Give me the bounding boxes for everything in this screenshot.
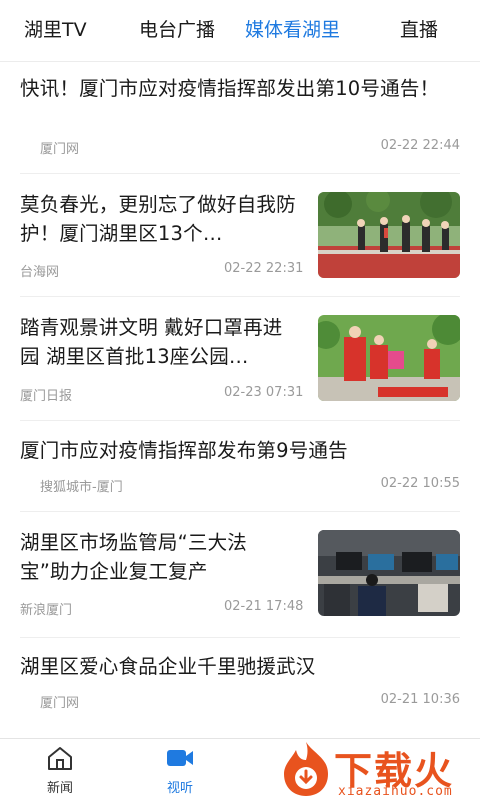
news-item[interactable]: 湖里区爱心食品企业千里驰援武汉 厦门网 02-21 10:36: [20, 638, 460, 732]
news-item[interactable]: 莫负春光，更别忘了做好自我防护！厦门湖里区13个… 台海网 02-22 22:3…: [20, 174, 460, 297]
nav-media-label: 视听: [166, 781, 193, 796]
news-feed: 快讯！厦门市应对疫情指挥部发出第10号通告！ 厦门网 02-22 22:44 莫…: [0, 62, 480, 732]
news-title: 快讯！厦门市应对疫情指挥部发出第10号通告！: [20, 77, 440, 100]
news-time: 02-22 22:44: [380, 138, 460, 153]
nav-media[interactable]: 视听: [140, 745, 220, 796]
news-item[interactable]: 厦门市应对疫情指挥部发布第9号通告 搜狐城市-厦门 02-22 10:55: [20, 421, 460, 512]
office-workers-image: [318, 530, 460, 616]
top-tab-bar: 湖里TV 电台广播 媒体看湖里 直播: [0, 0, 480, 62]
news-title: 莫负春光，更别忘了做好自我防护！厦门湖里区13个…: [20, 193, 296, 245]
news-item[interactable]: 踏青观景讲文明 戴好口罩再进园 湖里区首批13座公园… 厦门日报 02-23 0…: [20, 297, 460, 421]
news-title: 湖里区爱心食品企业千里驰援武汉: [20, 655, 316, 678]
watermark-url: xiazaihuo.com: [338, 784, 453, 799]
news-source: 厦门网: [40, 142, 80, 157]
tab-live[interactable]: 直播: [400, 16, 438, 44]
volunteers-park-image: [318, 315, 460, 401]
news-source: 台海网: [20, 265, 60, 280]
nav-news-label: 新闻: [46, 781, 73, 796]
nav-news[interactable]: 新闻: [20, 745, 100, 796]
news-time: 02-21 10:36: [380, 692, 460, 707]
news-source: 新浪厦门: [20, 603, 73, 618]
news-item[interactable]: 快讯！厦门市应对疫情指挥部发出第10号通告！ 厦门网 02-22 22:44: [20, 62, 460, 174]
news-item[interactable]: 湖里区市场监管局“三大法宝”助力企业复工复产 新浪厦门 02-21 17:48: [20, 512, 460, 638]
news-title: 厦门市应对疫情指挥部发布第9号通告: [20, 439, 348, 462]
news-source: 搜狐城市-厦门: [40, 480, 123, 495]
video-camera-icon: [167, 750, 193, 766]
news-time: 02-23 07:31: [224, 385, 304, 400]
news-title: 湖里区市场监管局“三大法宝”助力企业复工复产: [20, 531, 248, 583]
news-title: 踏青观景讲文明 戴好口罩再进园 湖里区首批13座公园…: [20, 316, 283, 368]
tab-hulitv[interactable]: 湖里TV: [24, 16, 87, 44]
tab-radio[interactable]: 电台广播: [139, 16, 215, 44]
news-time: 02-22 10:55: [380, 476, 460, 491]
news-thumbnail: [318, 192, 460, 278]
news-thumbnail: [318, 530, 460, 616]
home-icon: [48, 747, 72, 770]
news-source: 厦门网: [40, 696, 80, 711]
news-source: 厦门日报: [20, 389, 73, 404]
news-time: 02-21 17:48: [224, 599, 304, 614]
news-thumbnail: [318, 315, 460, 401]
news-time: 02-22 22:31: [224, 261, 304, 276]
flame-logo-icon: [284, 742, 328, 796]
watermark-logo: 下载火 xiazaihuo.com: [278, 740, 474, 799]
tab-media[interactable]: 媒体看湖里: [245, 16, 340, 44]
people-walking-image: [318, 192, 460, 278]
